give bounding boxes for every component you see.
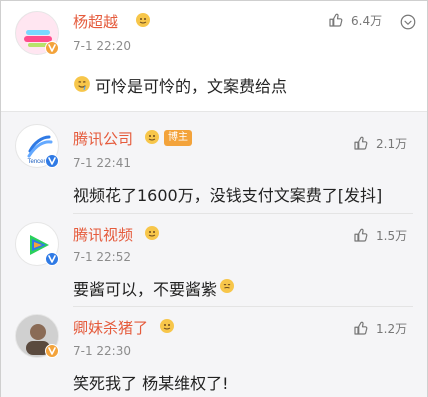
comment-time: 7-1 22:41 (73, 156, 131, 170)
comment-time: 7-1 22:30 (73, 344, 131, 358)
drooling-face-icon (74, 76, 90, 92)
like-button[interactable]: 1.5万 (352, 226, 407, 244)
author-name[interactable]: 卿妹杀猪了 (73, 317, 148, 338)
like-button[interactable]: 6.4万 (327, 11, 382, 29)
thumb-up-icon (354, 136, 368, 150)
comment-text: 笑死我了 杨某维权了! (73, 374, 229, 393)
like-button[interactable]: 1.2万 (352, 319, 407, 337)
thumb-up-icon (354, 321, 368, 335)
comment-text: 要酱可以，不要酱紫 (73, 280, 218, 299)
author-name[interactable]: 腾讯视频 (73, 224, 133, 245)
comment-time: 7-1 22:20 (73, 39, 131, 53)
like-count: 1.5万 (376, 228, 408, 243)
emoji-badge-icon (145, 226, 159, 240)
emoji-badge-icon (145, 130, 159, 144)
emoji-badge-icon (136, 13, 150, 27)
like-count: 2.1万 (376, 136, 408, 151)
thumb-up-icon (329, 13, 343, 27)
verified-badge-icon (45, 41, 59, 55)
divider (73, 213, 413, 214)
author-name[interactable]: 杨超越 (73, 11, 118, 32)
thumb-up-icon (354, 228, 368, 242)
comment-text: 视频花了1600万，没钱支付文案费了[发抖] (73, 186, 383, 205)
like-count: 1.2万 (376, 321, 408, 336)
comment-text: 可怜是可怜的，文案费给点 (95, 77, 288, 96)
main-comment: 杨超越 7-1 22:20 6.4万 可怜是可怜的，文案费给点 (1, 1, 427, 111)
divider (73, 306, 413, 307)
emoji-icon (220, 279, 234, 293)
chevron-down-icon[interactable] (399, 13, 417, 31)
verified-badge-icon (45, 252, 59, 266)
creator-badge: 博主 (164, 130, 192, 146)
like-count: 6.4万 (351, 13, 383, 28)
like-button[interactable]: 2.1万 (352, 134, 407, 152)
reply-list: Tencent 腾讯公司 博主 7-1 22:41 2.1万 视频花了1600万… (1, 111, 427, 397)
verified-badge-icon (45, 344, 59, 358)
verified-badge-icon (45, 154, 59, 168)
comment-panel: 杨超越 7-1 22:20 6.4万 可怜是可怜的，文案费给点 Tencent … (0, 0, 428, 397)
author-name[interactable]: 腾讯公司 (73, 128, 133, 149)
emoji-badge-icon (160, 319, 174, 333)
comment-time: 7-1 22:52 (73, 250, 131, 264)
